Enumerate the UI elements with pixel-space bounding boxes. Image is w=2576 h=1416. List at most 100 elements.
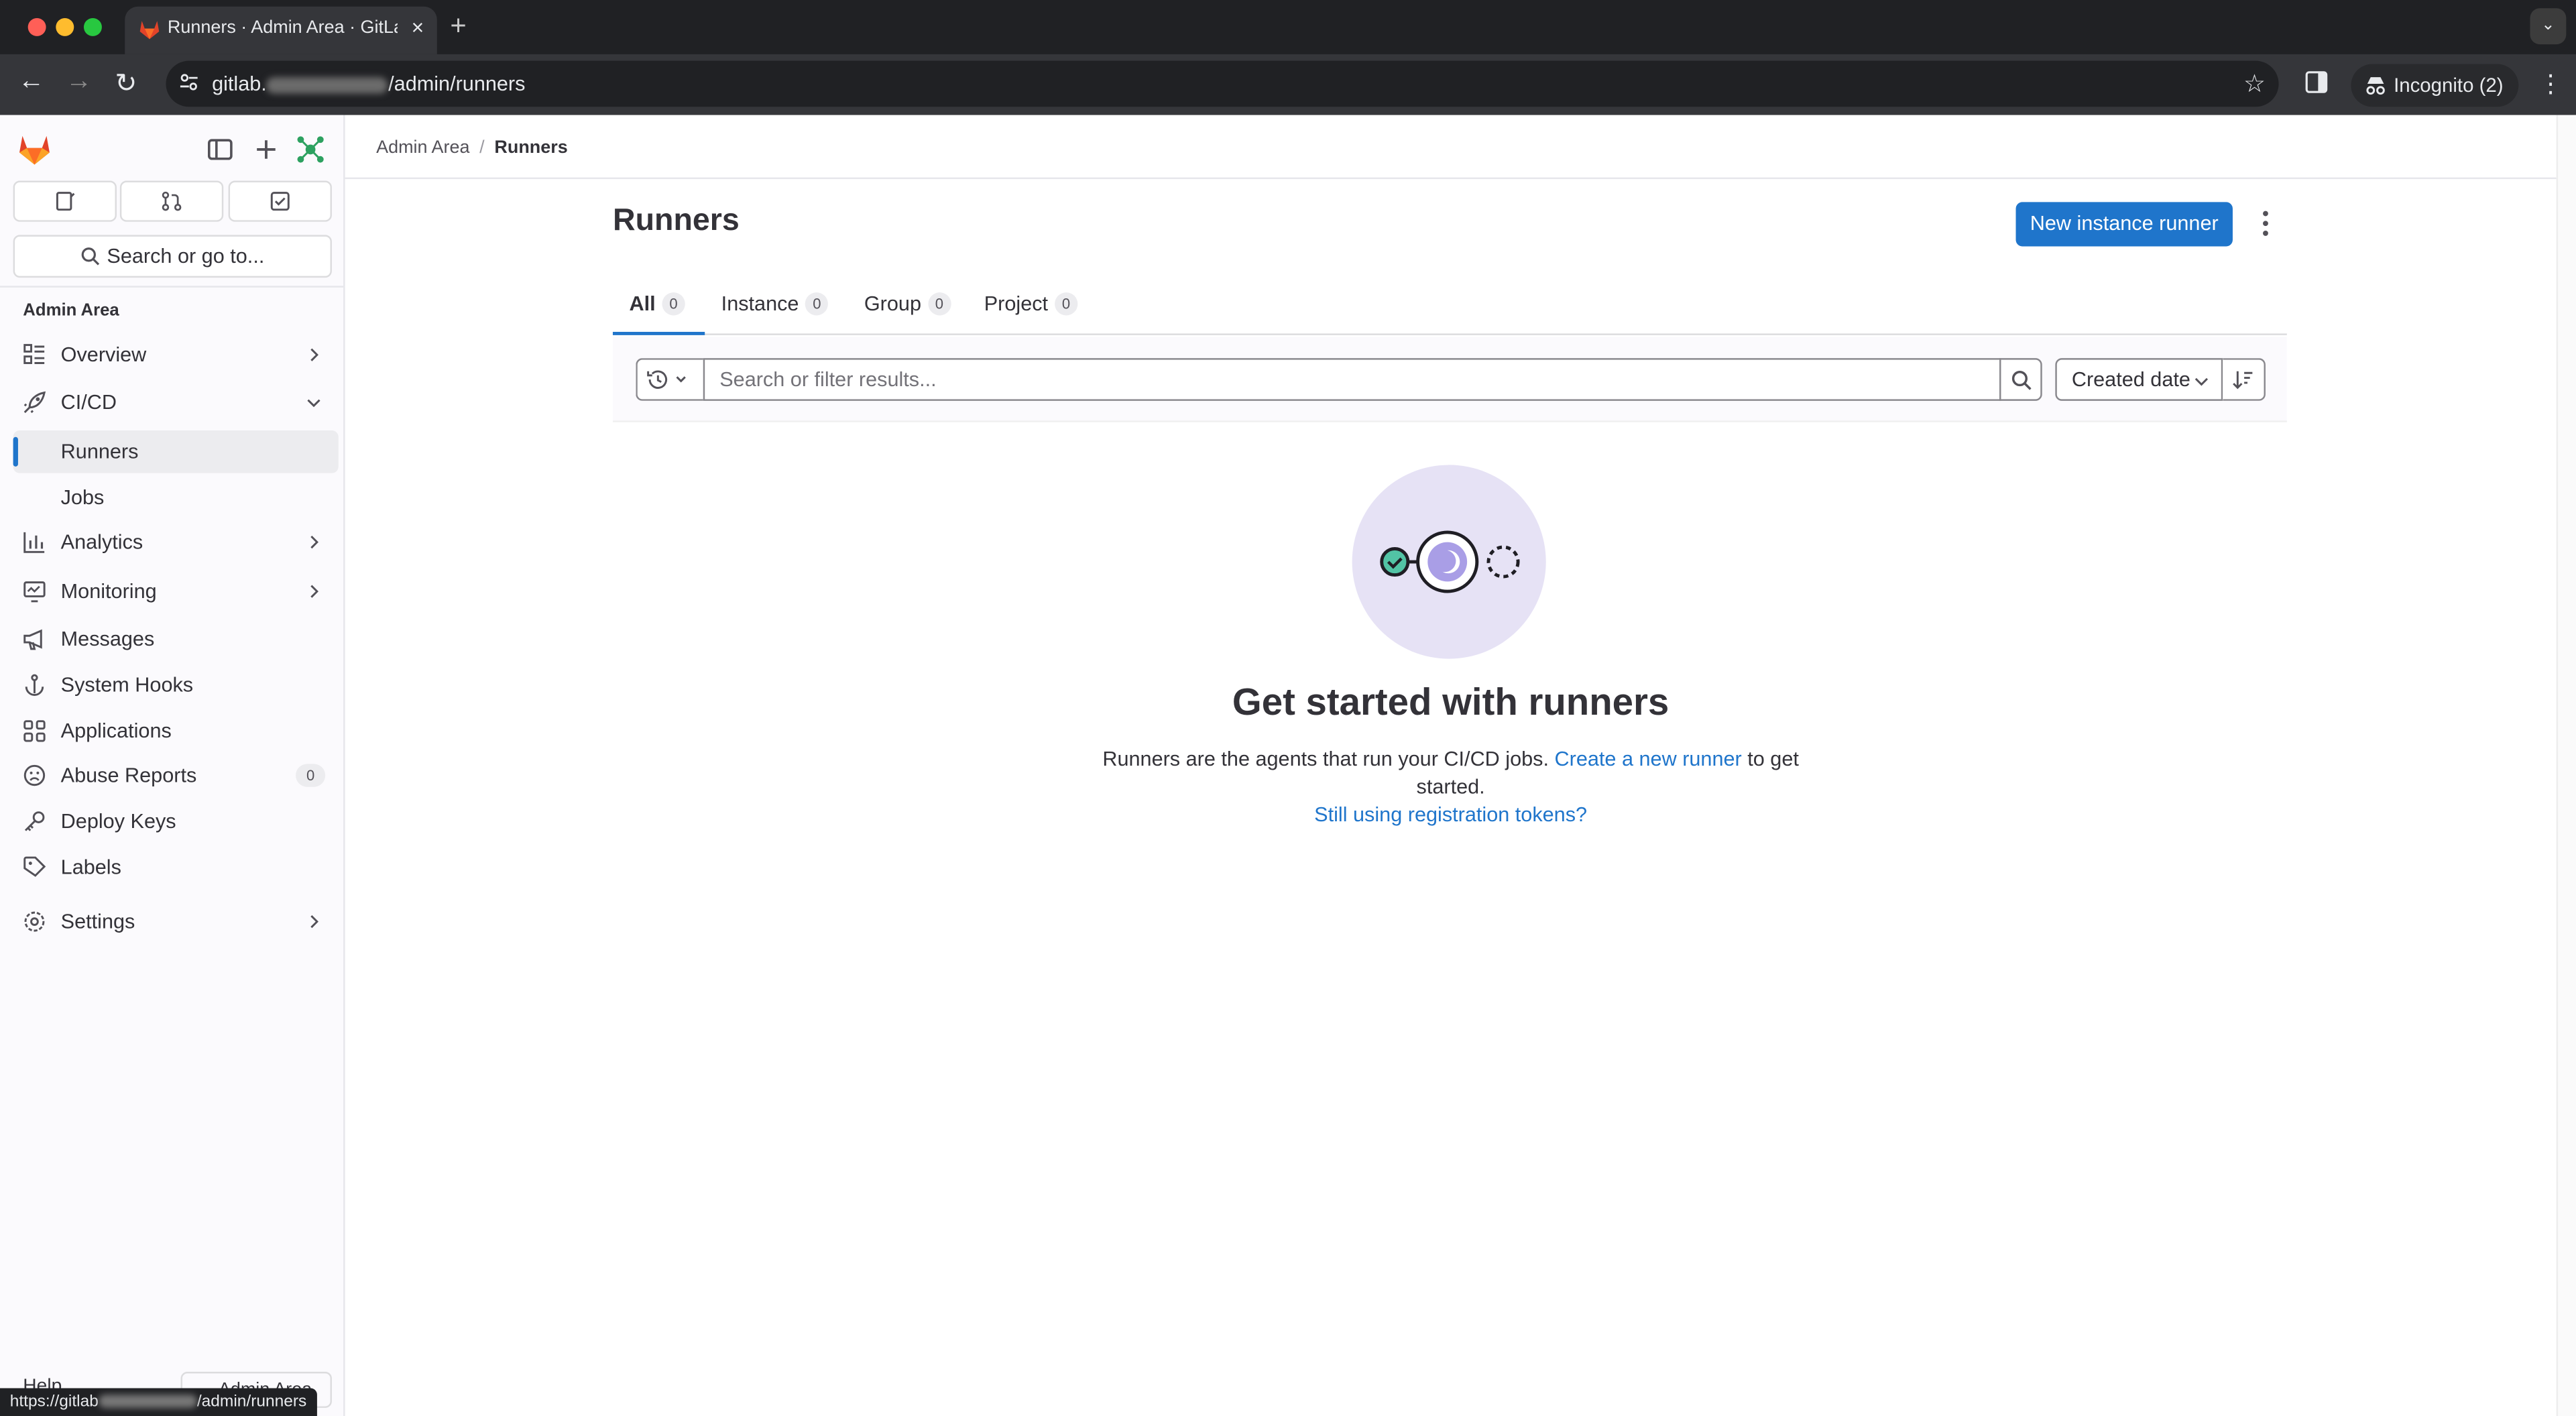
sort-label: Created date: [2071, 367, 2190, 392]
sidebar-context-title: Admin Area: [23, 300, 119, 320]
sidebar-item-labels[interactable]: Labels: [13, 846, 339, 889]
filter-bar: Search or filter results... Created date: [612, 337, 2287, 422]
monitor-icon: [23, 581, 46, 603]
sidebar-item-analytics[interactable]: Analytics: [13, 521, 339, 564]
tab-count-badge: 0: [805, 292, 829, 316]
side-panel-icon[interactable]: [2305, 70, 2328, 93]
sort-direction-button[interactable]: [2223, 358, 2266, 401]
create-new-icon[interactable]: [251, 135, 281, 164]
issues-icon: [56, 192, 75, 211]
sidebar-item-settings[interactable]: Settings: [13, 900, 339, 943]
empty-state-description: Runners are the agents that run your CI/…: [1098, 746, 1804, 801]
tab-count-badge: 0: [662, 292, 685, 316]
sidebar-item-system-hooks[interactable]: System Hooks: [13, 664, 339, 707]
new-instance-runner-button[interactable]: New instance runner: [2015, 202, 2233, 247]
browser-menu-icon[interactable]: ⋮: [2538, 69, 2563, 99]
tab-group[interactable]: Group 0: [864, 276, 951, 335]
tab-all[interactable]: All 0: [612, 276, 705, 335]
sidebar-item-runners[interactable]: Runners: [13, 430, 339, 473]
bookmark-star-icon[interactable]: ☆: [2243, 69, 2266, 99]
tab-label: Instance: [721, 292, 799, 316]
site-settings-icon[interactable]: [178, 70, 200, 93]
incognito-indicator[interactable]: Incognito (2): [2351, 64, 2519, 107]
tab-close-icon[interactable]: ×: [412, 15, 424, 40]
sidebar-item-label: Labels: [60, 856, 121, 879]
history-icon: [647, 370, 686, 389]
sort-by-dropdown[interactable]: Created date: [2055, 358, 2223, 401]
sidebar-item-label: Overview: [60, 343, 147, 367]
tab-label: All: [629, 292, 656, 316]
tab-count-badge: 0: [927, 292, 951, 316]
gitlab-favicon-icon: [139, 21, 160, 40]
sidebar-item-deploy-keys[interactable]: Deploy Keys: [13, 800, 339, 843]
breadcrumb-admin-area[interactable]: Admin Area: [376, 138, 469, 158]
back-button[interactable]: ←: [18, 67, 44, 97]
sidebar-item-abuse-reports[interactable]: Abuse Reports 0: [13, 754, 339, 797]
overview-icon: [23, 344, 45, 364]
hook-icon: [25, 674, 44, 696]
chevron-right-icon: [310, 348, 318, 361]
new-tab-button[interactable]: +: [450, 10, 466, 43]
sidebar-item-messages[interactable]: Messages: [13, 617, 339, 660]
sidebar-toggle-icon[interactable]: [205, 135, 235, 164]
tab-search-button[interactable]: ⌄: [2530, 8, 2567, 45]
key-icon: [24, 811, 45, 831]
todos-button[interactable]: [228, 180, 332, 222]
maximize-window-button[interactable]: [83, 17, 102, 36]
chevron-right-icon: [310, 535, 318, 549]
issues-button[interactable]: [13, 180, 117, 222]
sidebar-item-label: Analytics: [60, 530, 143, 554]
chevron-right-icon: [310, 585, 318, 598]
gitlab-logo-icon[interactable]: [17, 131, 53, 168]
sidebar-search-button[interactable]: Search or go to...: [13, 235, 332, 278]
sidebar-item-label: Abuse Reports: [60, 764, 197, 787]
tab-label: Project: [984, 292, 1049, 316]
chart-icon: [23, 532, 45, 553]
minimize-window-button[interactable]: [56, 17, 74, 36]
sidebar-item-monitoring[interactable]: Monitoring: [13, 570, 339, 613]
gitlab-page: Search or go to... Admin Area Overview C…: [0, 115, 2576, 1416]
search-submit-button[interactable]: [1999, 358, 2042, 401]
browser-titlebar: Runners · Admin Area · GitLab × + ⌄: [0, 0, 2576, 54]
more-actions-icon[interactable]: [2252, 209, 2278, 238]
address-bar[interactable]: gitlab./admin/runners ☆: [166, 60, 2279, 107]
sidebar-item-label: Messages: [60, 628, 155, 651]
forward-button[interactable]: →: [66, 67, 92, 97]
rocket-icon: [23, 391, 46, 414]
sidebar-item-label: Applications: [60, 719, 172, 743]
sidebar-item-jobs[interactable]: Jobs: [13, 477, 339, 520]
tab-project[interactable]: Project 0: [984, 276, 1078, 335]
sidebar-item-cicd[interactable]: CI/CD: [13, 381, 339, 424]
main-content: Admin Area / Runners Runners New instance …: [345, 115, 2557, 1416]
runners-empty-state-illustration: [1352, 465, 1546, 659]
abuse-icon: [23, 764, 46, 786]
runner-pipeline-icon: [1380, 530, 1520, 593]
page-title: Runners: [612, 203, 740, 239]
registration-tokens-link[interactable]: Still using registration tokens?: [1098, 803, 1804, 826]
tab-label: Group: [864, 292, 922, 316]
chevron-down-icon: [2194, 377, 2209, 386]
redacted-domain: [266, 76, 389, 93]
merge-requests-button[interactable]: [119, 180, 224, 222]
sidebar-item-label: Jobs: [60, 486, 105, 510]
create-new-runner-link[interactable]: Create a new runner: [1555, 748, 1742, 770]
breadcrumb-current[interactable]: Runners: [494, 138, 567, 158]
header-divider: [345, 177, 2557, 180]
sidebar-search-label: Search or go to...: [107, 245, 265, 268]
merge-request-icon: [162, 191, 182, 211]
sidebar-item-applications[interactable]: Applications: [13, 710, 339, 753]
close-window-button[interactable]: [27, 17, 46, 36]
sidebar-item-label: System Hooks: [60, 673, 194, 697]
user-avatar-icon[interactable]: [296, 135, 325, 164]
recent-searches-button[interactable]: [636, 358, 705, 401]
redacted-domain: [98, 1395, 197, 1409]
chevron-down-icon: [307, 399, 320, 408]
page-scrollbar[interactable]: [2556, 115, 2576, 1416]
browser-tab[interactable]: Runners · Admin Area · GitLab ×: [125, 6, 437, 54]
tab-instance[interactable]: Instance 0: [721, 276, 829, 335]
reload-button[interactable]: ↻: [115, 67, 137, 100]
sidebar-item-overview[interactable]: Overview: [13, 333, 339, 376]
applications-icon: [23, 720, 46, 742]
browser-toolbar: ← → ↻ gitlab./admin/runners ☆ Incognito …: [0, 54, 2576, 115]
search-filter-input[interactable]: Search or filter results...: [703, 358, 2001, 401]
